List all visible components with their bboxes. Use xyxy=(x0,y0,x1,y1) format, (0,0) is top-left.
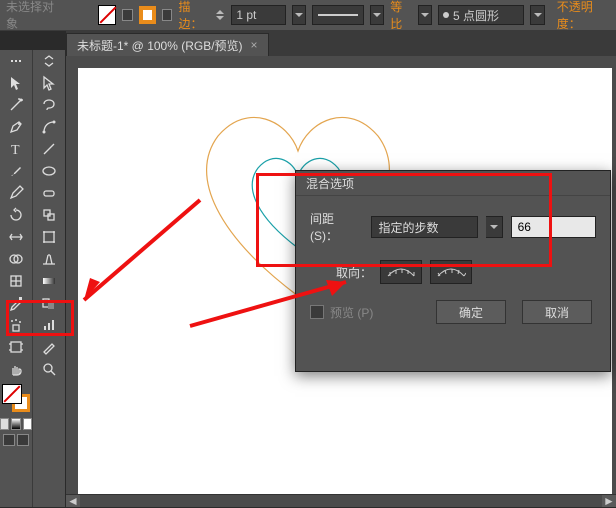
line-tool[interactable] xyxy=(33,138,65,160)
column-graph-tool[interactable] xyxy=(33,314,65,336)
scale-tool[interactable] xyxy=(33,204,65,226)
spacing-mode-dd-icon[interactable] xyxy=(486,216,502,238)
color-mode-row xyxy=(0,416,32,432)
preview-label: 预览 (P) xyxy=(330,304,373,321)
uniform-dd-icon[interactable] xyxy=(418,5,432,25)
spacing-value-field[interactable]: 66 xyxy=(511,216,596,238)
zoom-tool[interactable] xyxy=(33,358,65,380)
screen-mode-normal[interactable] xyxy=(3,434,15,446)
scroll-left-icon[interactable]: ◄ xyxy=(66,495,80,507)
horizontal-scrollbar[interactable]: ◄ ► xyxy=(66,494,616,507)
stroke-weight-stepper[interactable] xyxy=(216,6,225,24)
uniform-label: 等比 xyxy=(390,0,411,32)
orientation-page-icon xyxy=(386,266,416,278)
spacing-mode-select[interactable]: 指定的步数 xyxy=(371,216,478,238)
ok-button[interactable]: 确定 xyxy=(436,300,506,324)
tool-column-left: T xyxy=(0,50,32,507)
brush-selector[interactable]: 5 点圆形 xyxy=(438,5,524,25)
tool-column-right xyxy=(32,50,65,507)
fill-popup-icon[interactable] xyxy=(122,9,133,21)
preview-checkbox[interactable] xyxy=(310,305,324,319)
options-bar: 未选择对象 描边： 1 pt 等比 5 点圆形 不透明度： xyxy=(0,0,616,31)
curvature-tool[interactable] xyxy=(33,116,65,138)
pen-tool[interactable] xyxy=(0,116,32,138)
stroke-weight-field[interactable]: 1 pt xyxy=(231,5,285,25)
color-mode-none[interactable] xyxy=(23,418,32,430)
document-tab-bar: 未标题-1* @ 100% (RGB/预览) × xyxy=(66,30,616,56)
ellipse-tool[interactable] xyxy=(33,160,65,182)
blend-options-dialog: 混合选项 间距 (S)： 指定的步数 66 取向： 预览 (P) 确定 取消 xyxy=(295,170,611,372)
selection-status: 未选择对象 xyxy=(6,0,59,32)
shape-builder-tool[interactable] xyxy=(0,248,32,270)
stroke-profile-dd-icon[interactable] xyxy=(370,5,384,25)
orientation-path-icon xyxy=(436,266,466,278)
magic-wand-tool[interactable] xyxy=(0,94,32,116)
color-mode-solid[interactable] xyxy=(0,418,9,430)
pencil-tool[interactable] xyxy=(0,182,32,204)
document-tab[interactable]: 未标题-1* @ 100% (RGB/预览) × xyxy=(66,33,269,56)
dialog-title: 混合选项 xyxy=(296,171,610,196)
direct-selection-tool[interactable] xyxy=(33,72,65,94)
free-transform-tool[interactable] xyxy=(33,226,65,248)
paintbrush-tool[interactable] xyxy=(0,160,32,182)
spacing-label: 间距 (S)： xyxy=(310,210,363,244)
eyedropper-tool[interactable] xyxy=(0,292,32,314)
slice-tool[interactable] xyxy=(33,336,65,358)
artboard-tool[interactable] xyxy=(0,336,32,358)
brush-dot-icon xyxy=(443,12,449,18)
stroke-profile[interactable] xyxy=(312,5,364,25)
hand-tool[interactable] xyxy=(0,358,32,380)
type-tool[interactable]: T xyxy=(0,138,32,160)
stroke-weight-dd-icon[interactable] xyxy=(292,5,306,25)
stroke-label: 描边： xyxy=(178,0,210,32)
preview-group: 预览 (P) xyxy=(310,304,373,321)
collapse-icon[interactable] xyxy=(33,50,65,72)
mesh-tool[interactable] xyxy=(0,270,32,292)
selection-tool[interactable] xyxy=(0,72,32,94)
svg-text:T: T xyxy=(11,143,20,157)
gradient-tool[interactable] xyxy=(33,270,65,292)
perspective-grid-tool[interactable] xyxy=(33,248,65,270)
fill-swatch[interactable] xyxy=(98,5,116,25)
scroll-right-icon[interactable]: ► xyxy=(602,495,616,507)
orientation-align-page[interactable] xyxy=(380,260,422,284)
brush-dd-icon[interactable] xyxy=(530,5,544,25)
symbol-sprayer-tool[interactable] xyxy=(0,314,32,336)
fill-indicator[interactable] xyxy=(2,384,22,404)
rotate-tool[interactable] xyxy=(0,204,32,226)
fill-stroke-indicator[interactable] xyxy=(2,384,30,412)
grip-icon xyxy=(0,50,32,72)
stroke-popup-icon[interactable] xyxy=(162,9,173,21)
orientation-row: 取向： xyxy=(310,260,596,284)
opacity-label: 不透明度： xyxy=(557,0,610,32)
cancel-button[interactable]: 取消 xyxy=(522,300,592,324)
screen-mode-full[interactable] xyxy=(17,434,29,446)
blend-tool[interactable] xyxy=(33,292,65,314)
stroke-swatch[interactable] xyxy=(139,6,156,24)
width-tool[interactable] xyxy=(0,226,32,248)
orientation-align-path[interactable] xyxy=(430,260,472,284)
screen-mode-row xyxy=(0,432,32,448)
lasso-tool[interactable] xyxy=(33,94,65,116)
color-mode-gradient[interactable] xyxy=(11,418,20,430)
orientation-label: 取向： xyxy=(336,264,372,281)
document-tab-title: 未标题-1* @ 100% (RGB/预览) xyxy=(77,37,243,54)
brush-name: 5 点圆形 xyxy=(453,7,499,24)
spacing-row: 间距 (S)： 指定的步数 66 xyxy=(310,210,596,244)
close-tab-icon[interactable]: × xyxy=(251,38,258,52)
eraser-tool[interactable] xyxy=(33,182,65,204)
